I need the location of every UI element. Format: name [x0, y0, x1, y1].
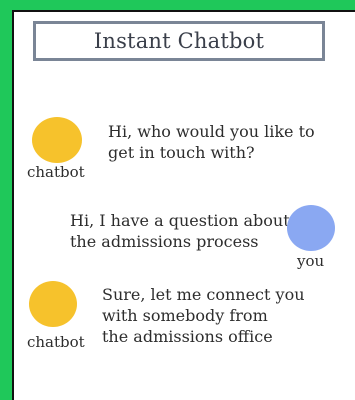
chatbot-avatar [29, 281, 77, 327]
sender-label-you: you [297, 252, 325, 270]
message-line: Hi, who would you like to [108, 122, 315, 141]
sender-label-chatbot: chatbot [27, 163, 85, 181]
chat-message-user-1: Hi, I have a question about the admissio… [70, 210, 290, 252]
message-line: the admissions office [102, 327, 273, 346]
message-line: with somebody from [102, 306, 268, 325]
message-line: Sure, let me connect you [102, 285, 305, 304]
user-avatar [287, 205, 335, 251]
sender-label-chatbot: chatbot [27, 333, 85, 351]
chat-message-bot-1: Hi, who would you like to get in touch w… [108, 121, 315, 163]
message-line: the admissions process [70, 232, 259, 251]
app-frame: Instant Chatbot chatbot Hi, who would yo… [0, 0, 355, 400]
message-line: Hi, I have a question about [70, 211, 290, 230]
chatbot-avatar [32, 117, 82, 163]
message-line: get in touch with? [108, 143, 255, 162]
chat-title: Instant Chatbot [33, 21, 325, 61]
chat-message-bot-2: Sure, let me connect you with somebody f… [102, 284, 305, 347]
